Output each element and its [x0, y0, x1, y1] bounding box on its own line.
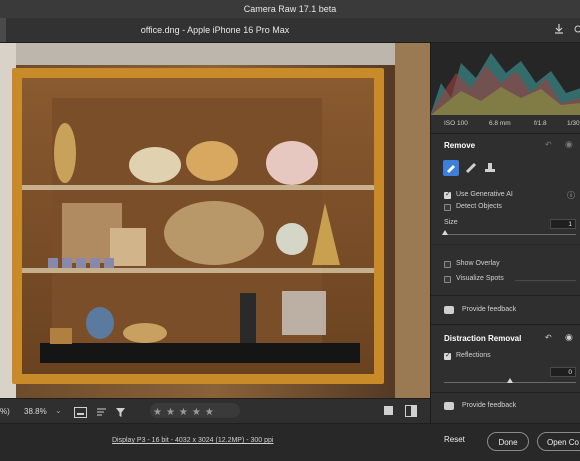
divider	[431, 244, 580, 245]
distraction-removal-title: Distraction Removal	[444, 334, 522, 343]
exif-info: ISO 100 6.8 mm f/1.8 1/30	[431, 115, 580, 131]
exif-focal: 6.8 mm	[489, 120, 511, 127]
document-title: office.dng - Apple iPhone 16 Pro Max	[140, 25, 290, 35]
fit-zoom-label[interactable]: %)	[0, 407, 10, 416]
use-generative-ai-label: Use Generative AI	[456, 191, 513, 198]
remove-brush-tool[interactable]	[443, 160, 459, 176]
reflections-value-input[interactable]: 0	[550, 367, 576, 377]
image-canvas[interactable]	[0, 43, 430, 398]
clone-tool[interactable]	[483, 161, 497, 175]
zoom-dropdown-icon[interactable]: ⌄	[55, 406, 62, 415]
show-overlay-label: Show Overlay	[456, 260, 500, 267]
detect-objects-label: Detect Objects	[456, 203, 502, 210]
star-rating[interactable]: ★★★★★	[150, 403, 240, 418]
reflections-label: Reflections	[456, 352, 491, 359]
visualize-spots-checkbox[interactable]	[444, 276, 451, 283]
exif-shutter: 1/30	[567, 120, 580, 127]
divider	[431, 324, 580, 325]
zoom-level[interactable]: 38.8%	[24, 407, 47, 416]
save-icon[interactable]	[552, 23, 566, 37]
rating-stars: ★★★★★	[153, 407, 218, 418]
reflections-checkbox[interactable]	[444, 351, 451, 360]
show-overlay-checkbox[interactable]	[444, 261, 451, 268]
settings-icon[interactable]	[570, 23, 580, 37]
reset-section-icon[interactable]: ↶	[545, 140, 552, 149]
size-slider-knob[interactable]	[442, 230, 448, 235]
eraser-icon	[447, 165, 455, 173]
view-mode-icon[interactable]	[384, 406, 393, 415]
size-value-input[interactable]: 1	[550, 219, 576, 229]
feedback-icon	[444, 306, 454, 314]
before-after-icon[interactable]	[405, 404, 417, 417]
size-label: Size	[444, 219, 458, 226]
divider	[431, 133, 580, 134]
filter-icon[interactable]	[115, 405, 126, 417]
reset-section-icon[interactable]: ↶	[545, 333, 552, 342]
open-button[interactable]: Open Co	[537, 432, 580, 451]
info-icon[interactable]: ⓘ	[567, 190, 575, 201]
exif-iso: ISO 100	[444, 120, 468, 127]
heal-tool[interactable]	[464, 161, 478, 175]
visibility-icon[interactable]: ◉	[565, 332, 573, 343]
filmstrip-icon[interactable]	[74, 405, 87, 418]
photo-display-case	[0, 43, 430, 398]
canvas-toolbar: %) 38.8% ⌄ ★★★★★	[0, 398, 430, 424]
divider	[431, 392, 580, 393]
histogram	[431, 43, 580, 115]
remove-title: Remove	[444, 141, 476, 150]
divider	[431, 295, 580, 296]
right-panel: ISO 100 6.8 mm f/1.8 1/30 Remove ↶ ◉ Use…	[430, 43, 580, 423]
image-info-link[interactable]: Display P3 - 16 bit - 4032 x 3024 (12.2M…	[112, 437, 273, 444]
detect-objects-checkbox[interactable]	[444, 204, 451, 211]
stamp-icon	[485, 163, 495, 172]
document-bar: office.dng - Apple iPhone 16 Pro Max	[0, 18, 580, 43]
status-bar: Display P3 - 16 bit - 4032 x 3024 (12.2M…	[0, 423, 580, 461]
done-button[interactable]: Done	[487, 432, 529, 451]
distraction-feedback-link[interactable]: Provide feedback	[462, 402, 516, 409]
reflections-slider-knob[interactable]	[507, 378, 513, 383]
sort-icon[interactable]	[96, 405, 107, 416]
size-slider[interactable]	[444, 234, 576, 235]
reset-button[interactable]: Reset	[444, 435, 465, 444]
remove-feedback-link[interactable]: Provide feedback	[462, 306, 516, 313]
visualize-spots-label: Visualize Spots	[456, 275, 504, 282]
visualize-spots-slider[interactable]	[515, 280, 576, 281]
app-title: Camera Raw 17.1 beta	[243, 4, 337, 14]
visibility-icon[interactable]: ◉	[565, 139, 573, 150]
use-generative-ai-checkbox[interactable]	[444, 190, 451, 199]
bandage-icon	[465, 162, 477, 174]
feedback-icon	[444, 402, 454, 410]
exif-aperture: f/1.8	[534, 120, 547, 127]
app-title-bar: Camera Raw 17.1 beta	[0, 0, 580, 18]
